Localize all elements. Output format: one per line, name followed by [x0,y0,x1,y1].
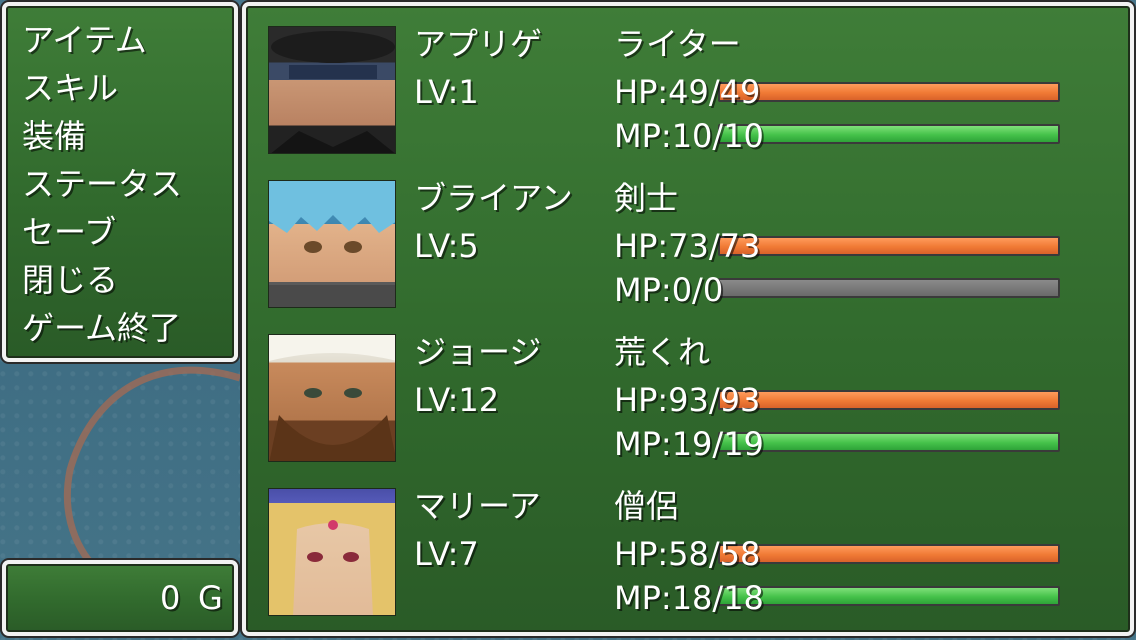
masked-man-face-icon [268,26,396,154]
hp-text: HP:49/49 [614,73,761,111]
gold-amount: 0 [160,579,181,617]
party-status-window: アプリゲ LV:1 ライター HP:49/49 MP:10/10 ブライアン L… [242,2,1134,636]
menu-item-close[interactable]: 閉じる [22,260,118,300]
member-name: アプリゲ [414,25,543,63]
hp-text: HP:93/93 [614,381,761,419]
menu-item-status[interactable]: ステータス [22,164,182,204]
hp-text: HP:73/73 [614,227,761,265]
mp-text: MP:18/18 [614,579,764,617]
bearded-turban-man-face-icon [268,334,396,462]
member-class: 剣士 [614,179,679,217]
member-class: 僧侶 [614,487,679,525]
mp-gauge [718,432,1060,452]
member-name: ジョージ [414,333,542,371]
mp-text: MP:0/0 [614,271,724,309]
menu-item-game-end[interactable]: ゲーム終了 [22,308,181,348]
member-class: 荒くれ [614,333,711,371]
mp-gauge [718,124,1060,144]
menu-item-item[interactable]: アイテム [22,20,147,60]
member-class: ライター [614,25,741,63]
member-level: LV:12 [414,381,500,419]
command-menu-window: アイテム スキル 装備 ステータス セーブ 閉じる ゲーム終了 [2,2,238,362]
hp-text: HP:58/58 [614,535,761,573]
hp-gauge [718,390,1060,410]
member-name: ブライアン [414,179,573,217]
menu-item-equip[interactable]: 装備 [22,116,86,156]
mp-gauge [718,278,1060,298]
mp-text: MP:19/19 [614,425,764,463]
member-name: マリーア [414,487,541,525]
mp-gauge [718,586,1060,606]
hp-gauge [718,236,1060,256]
blonde-priestess-face-icon [268,488,396,616]
member-level: LV:7 [414,535,479,573]
menu-item-skill[interactable]: スキル [22,68,118,108]
gold-unit: G [198,579,223,617]
menu-item-save[interactable]: セーブ [22,212,116,252]
hp-gauge [718,82,1060,102]
blue-haired-swordsman-face-icon [268,180,396,308]
mp-text: MP:10/10 [614,117,764,155]
member-level: LV:5 [414,227,479,265]
hp-gauge [718,544,1060,564]
member-level: LV:1 [414,73,479,111]
gold-window: 0 G [2,560,238,636]
